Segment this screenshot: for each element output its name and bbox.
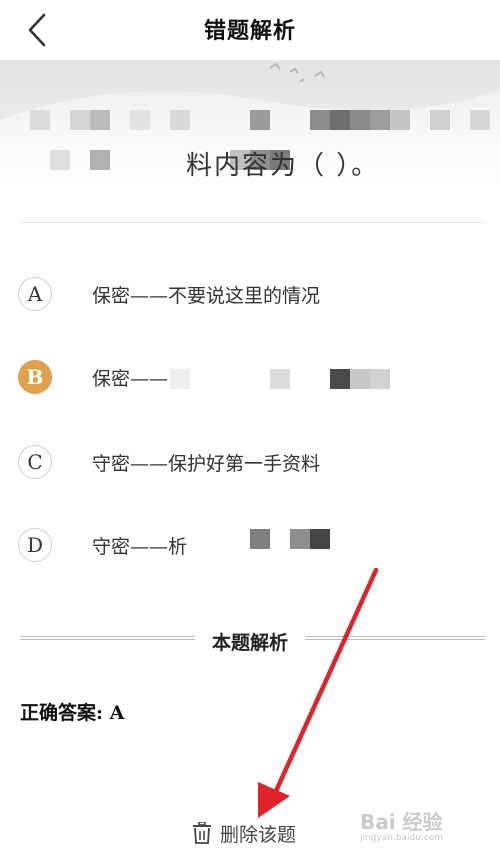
watermark-text: Bai 经验 (360, 810, 443, 834)
annotation-arrow (258, 567, 379, 818)
baidu-jingyan-watermark: Bai 经验 jingyan.baidu.com (360, 806, 443, 843)
watermark-subtext: jingyan.baidu.com (360, 833, 444, 843)
